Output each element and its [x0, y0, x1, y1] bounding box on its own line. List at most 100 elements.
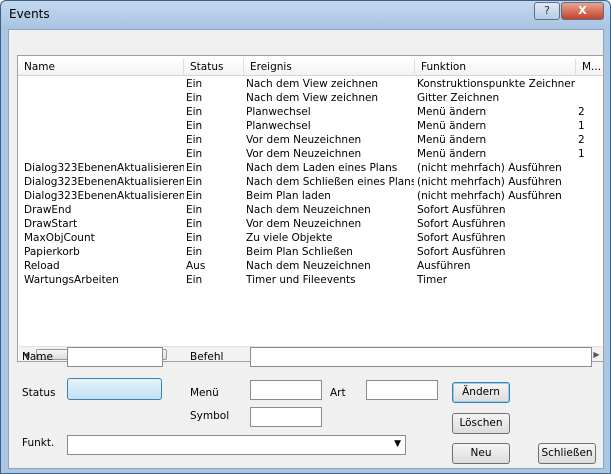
cell-funktion: Menü ändern [417, 134, 487, 146]
cell-status: Ein [186, 120, 203, 132]
cell-funktion: Sofort Ausführen [417, 246, 506, 258]
events-list[interactable]: Name Status Ereignis Funktion M... Ein Na… [17, 55, 604, 362]
help-button[interactable]: ? [534, 2, 560, 20]
name-label: Name [22, 351, 53, 363]
cell-m: 1 [578, 148, 585, 160]
cell-funktion: Menü ändern [417, 106, 487, 118]
cell-status: Ein [186, 106, 203, 118]
list-rows: Ein Nach dem View zeichnen Konstruktionspu… [18, 77, 603, 287]
cell-ereignis: Nach dem Laden eines Plans [246, 162, 398, 174]
table-row[interactable]: Ein Planwechsel Menü ändern 1 [18, 119, 603, 133]
table-row[interactable]: MaxObjCount Ein Zu viele Objekte Sofort Aus… [18, 231, 603, 245]
table-row[interactable]: Dialog323EbenenAktualisieren Ein Beim Plan… [18, 189, 603, 203]
cell-name: Dialog323EbenenAktualisieren [24, 162, 184, 174]
loeschen-button[interactable]: Löschen [452, 413, 510, 434]
cell-ereignis: Zu viele Objekte [246, 232, 333, 244]
cell-status: Ein [186, 246, 203, 258]
table-row[interactable]: Ein Nach dem View zeichnen Gitter Zeichnen [18, 91, 603, 105]
column-header-ereignis[interactable]: Ereignis [244, 59, 415, 76]
table-row[interactable]: Ein Nach dem View zeichnen Konstruktionspu… [18, 77, 603, 91]
cell-m: 2 [578, 106, 585, 118]
column-header-status[interactable]: Status [184, 59, 244, 76]
cell-funktion: (nicht mehrfach) Ausführen [417, 190, 562, 202]
menu-label: Menü [190, 387, 219, 399]
table-row[interactable]: Dialog323EbenenAktualisieren Ein Nach dem … [18, 175, 603, 189]
table-row[interactable]: Ein Planwechsel Menü ändern 2 [18, 105, 603, 119]
status-toggle-button[interactable] [67, 378, 162, 400]
cell-status: Ein [186, 162, 203, 174]
table-row[interactable]: Papierkorb Ein Beim Plan Schließen Sofort A… [18, 245, 603, 259]
cell-status: Ein [186, 134, 203, 146]
table-row[interactable]: DrawEnd Ein Nach dem Neuzeichnen Sofort Aus… [18, 203, 603, 217]
dialog-client-area: Name Status Ereignis Funktion M... Ein Na… [8, 29, 604, 469]
cell-ereignis: Nach dem View zeichnen [246, 92, 379, 104]
cell-status: Ein [186, 176, 203, 188]
cell-name: DrawStart [24, 218, 78, 230]
cell-ereignis: Planwechsel [246, 106, 311, 118]
cell-m: 1 [578, 120, 585, 132]
cell-name: Papierkorb [24, 246, 80, 258]
table-row[interactable]: Dialog323EbenenAktualisieren Ein Nach dem … [18, 161, 603, 175]
befehl-field[interactable] [250, 347, 592, 367]
cell-funktion: Timer [417, 274, 448, 286]
events-window: Events ? X Name Status Ereignis Funktion… [0, 0, 611, 474]
column-header-funktion[interactable]: Funktion [415, 59, 576, 76]
cell-name: MaxObjCount [24, 232, 95, 244]
close-window-button[interactable]: X [561, 2, 604, 20]
befehl-label: Befehl [190, 351, 224, 363]
cell-funktion: Sofort Ausführen [417, 218, 506, 230]
column-header-m[interactable]: M... [576, 59, 603, 76]
cell-funktion: (nicht mehrfach) Ausführen [417, 162, 562, 174]
table-row[interactable]: Reload Aus Nach dem Neuzeichnen Ausführen [18, 259, 603, 273]
cell-status: Ein [186, 148, 203, 160]
cell-status: Ein [186, 204, 203, 216]
neu-button[interactable]: Neu [452, 443, 510, 464]
cell-status: Aus [186, 260, 206, 272]
cell-funktion: Sofort Ausführen [417, 232, 506, 244]
cell-funktion: Gitter Zeichnen [417, 92, 500, 104]
cell-ereignis: Nach dem Schließen eines Plans [246, 176, 414, 188]
table-row[interactable]: Ein Vor dem Neuzeichnen Menü ändern 2 [18, 133, 603, 147]
title-bar[interactable]: Events ? X [1, 1, 610, 29]
cell-ereignis: Nach dem Neuzeichnen [246, 204, 371, 216]
cell-funktion: Menü ändern [417, 148, 487, 160]
art-label: Art [330, 387, 346, 399]
cell-name: Dialog323EbenenAktualisieren [24, 176, 184, 188]
cell-funktion: Menü ändern [417, 120, 487, 132]
funkt-label: Funkt. [22, 437, 55, 449]
cell-funktion: Ausführen [417, 260, 471, 272]
cell-ereignis: Beim Plan laden [246, 190, 331, 202]
cell-ereignis: Vor dem Neuzeichnen [246, 218, 362, 230]
chevron-down-icon[interactable]: ▼ [394, 439, 401, 449]
cell-status: Ein [186, 232, 203, 244]
cell-ereignis: Nach dem Neuzeichnen [246, 260, 371, 272]
name-field[interactable] [67, 347, 163, 367]
cell-status: Ein [186, 92, 203, 104]
cell-ereignis: Vor dem Neuzeichnen [246, 148, 362, 160]
cell-ereignis: Nach dem View zeichnen [246, 78, 379, 90]
table-row[interactable]: DrawStart Ein Vor dem Neuzeichnen Sofort Au… [18, 217, 603, 231]
menu-field[interactable] [250, 380, 322, 400]
symbol-field[interactable] [250, 407, 322, 427]
table-row[interactable]: WartungsArbeiten Ein Timer und Fileevents T… [18, 273, 603, 287]
table-row[interactable]: Ein Vor dem Neuzeichnen Menü ändern 1 [18, 147, 603, 161]
cell-ereignis: Vor dem Neuzeichnen [246, 134, 362, 146]
art-field[interactable] [366, 380, 438, 400]
column-header-name[interactable]: Name [18, 59, 184, 76]
aendern-button[interactable]: Ändern [452, 382, 510, 403]
cell-ereignis: Planwechsel [246, 120, 311, 132]
schliessen-button[interactable]: Schließen [538, 443, 596, 464]
cell-funktion: Konstruktionspunkte Zeichnen [417, 78, 575, 90]
cell-ereignis: Timer und Fileevents [246, 274, 356, 286]
cell-m: 2 [578, 134, 585, 146]
cell-ereignis: Beim Plan Schließen [246, 246, 353, 258]
funkt-dropdown[interactable]: ▼ [67, 435, 406, 455]
status-label: Status [22, 387, 56, 399]
cell-name: DrawEnd [24, 204, 72, 216]
list-header: Name Status Ereignis Funktion M... [18, 59, 603, 76]
cell-name: Dialog323EbenenAktualisieren [24, 190, 184, 202]
cell-status: Ein [186, 78, 203, 90]
cell-name: Reload [24, 260, 60, 272]
cell-status: Ein [186, 218, 203, 230]
cell-funktion: (nicht mehrfach) Ausführen [417, 176, 562, 188]
